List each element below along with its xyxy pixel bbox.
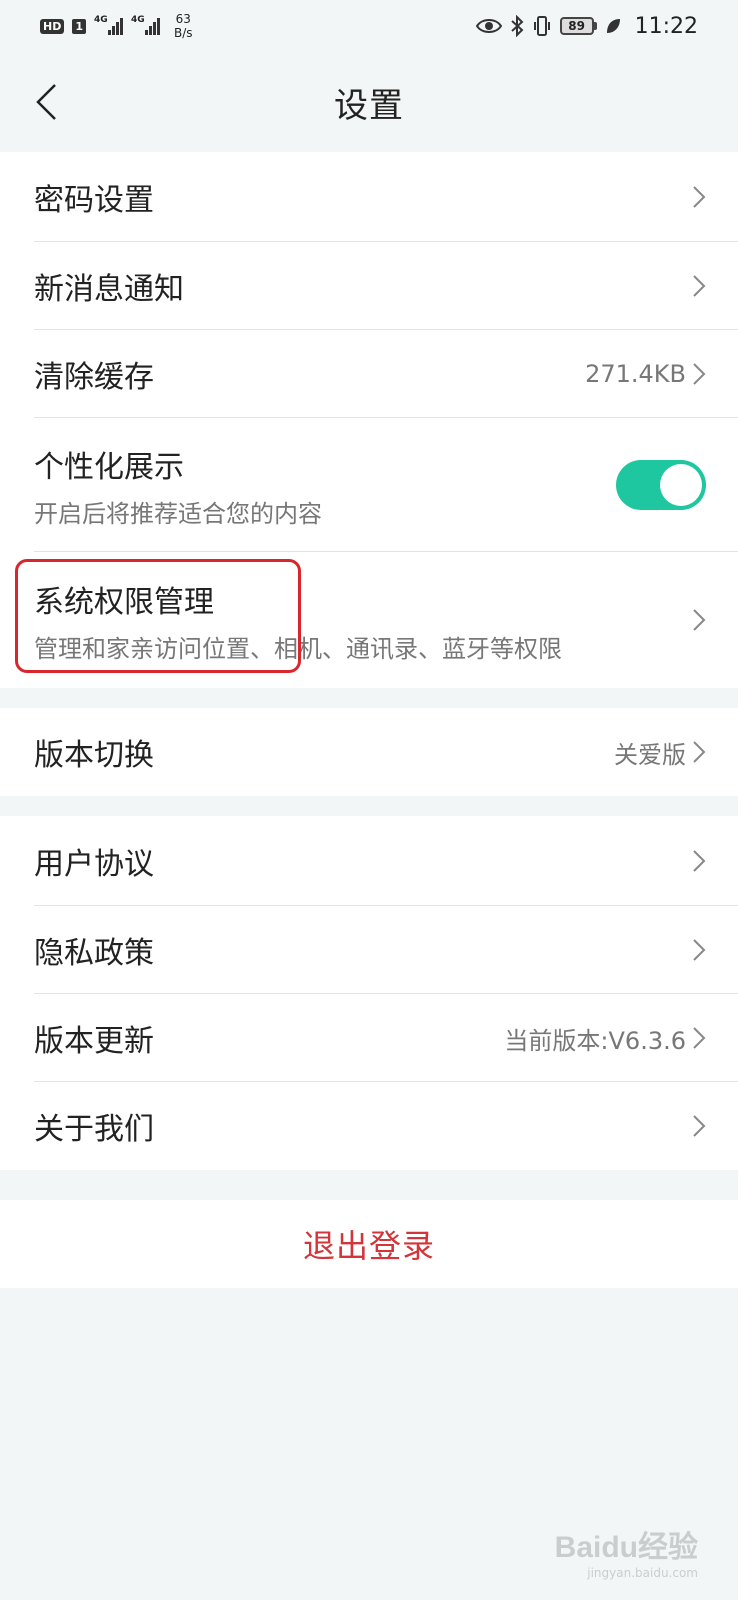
- settings-group-main: 密码设置 新消息通知 清除缓存 271.4KB 个性化展示 开启后将推荐适合您的…: [0, 152, 738, 688]
- battery-icon: 89: [559, 17, 597, 35]
- logout-group: 退出登录: [0, 1200, 738, 1288]
- network-speed-value: 63: [175, 12, 191, 26]
- row-system-permission-management[interactable]: 系统权限管理 管理和家亲访问位置、相机、通讯录、蓝牙等权限: [0, 552, 738, 688]
- row-title: 隐私政策: [34, 936, 154, 971]
- eye-icon: [475, 19, 502, 33]
- leaf-icon: [606, 19, 620, 33]
- chevron-right-icon: [693, 363, 706, 385]
- status-time: 11:22: [634, 13, 698, 39]
- settings-group-version: 版本切换 关爱版: [0, 708, 738, 796]
- row-title: 系统权限管理: [34, 584, 214, 620]
- nav-bar: 设置: [0, 52, 738, 152]
- battery-level: 89: [559, 17, 594, 35]
- row-clear-cache[interactable]: 清除缓存 271.4KB: [0, 330, 738, 418]
- status-bar: HD 1 4G 4G 63 B/s 89 11:22: [0, 0, 738, 52]
- network-speed: 63 B/s: [174, 12, 193, 40]
- row-user-agreement[interactable]: 用户协议: [0, 816, 738, 906]
- row-title: 版本切换: [34, 738, 154, 773]
- hd-badge: HD: [40, 18, 65, 34]
- chevron-right-icon: [693, 186, 706, 208]
- row-version-switch[interactable]: 版本切换 关爱版: [0, 708, 738, 796]
- chevron-left-icon: [36, 84, 56, 120]
- row-new-message-notification[interactable]: 新消息通知: [0, 242, 738, 330]
- chevron-right-icon: [693, 939, 706, 961]
- row-title: 清除缓存: [34, 360, 154, 395]
- row-personalized-display: 个性化展示 开启后将推荐适合您的内容: [0, 418, 738, 552]
- version-mode-value: 关爱版: [614, 740, 686, 769]
- chevron-right-icon: [693, 741, 706, 763]
- row-title: 个性化展示: [34, 449, 184, 485]
- signal-icon-2: 4G: [131, 15, 160, 35]
- status-right: 89 11:22: [475, 13, 698, 39]
- row-about-us[interactable]: 关于我们: [0, 1082, 738, 1170]
- watermark-url: jingyan.baidu.com: [587, 1566, 698, 1580]
- page-title: 设置: [334, 85, 404, 126]
- settings-group-about: 用户协议 隐私政策 版本更新 当前版本:V6.3.6 关于我们: [0, 816, 738, 1170]
- row-subtitle: 开启后将推荐适合您的内容: [34, 499, 322, 528]
- row-password-settings[interactable]: 密码设置: [0, 152, 738, 242]
- status-left: HD 1 4G 4G 63 B/s: [40, 12, 193, 40]
- row-title: 关于我们: [34, 1112, 154, 1147]
- logout-button[interactable]: 退出登录: [303, 1221, 435, 1267]
- watermark-logo: Baidu经验: [554, 1531, 698, 1564]
- current-version-value: 当前版本:V6.3.6: [504, 1026, 686, 1055]
- row-title: 用户协议: [34, 847, 154, 882]
- signal-icon: 4G: [94, 15, 123, 35]
- row-title: 密码设置: [34, 183, 154, 218]
- toggle-knob: [660, 464, 702, 506]
- row-subtitle: 管理和家亲访问位置、相机、通讯录、蓝牙等权限: [34, 634, 562, 663]
- vibrate-icon: [533, 16, 550, 36]
- network-gen-label-2: 4G: [131, 15, 145, 25]
- chevron-right-icon: [693, 1027, 706, 1049]
- chevron-right-icon: [693, 275, 706, 297]
- personalized-display-toggle[interactable]: [616, 460, 706, 510]
- row-title: 版本更新: [34, 1024, 154, 1059]
- watermark: Baidu经验 jingyan.baidu.com: [555, 1522, 698, 1580]
- chevron-right-icon: [693, 609, 706, 631]
- back-button[interactable]: [26, 78, 66, 126]
- row-privacy-policy[interactable]: 隐私政策: [0, 906, 738, 994]
- chevron-right-icon: [693, 850, 706, 872]
- cache-size-value: 271.4KB: [585, 360, 686, 388]
- network-speed-unit: B/s: [174, 26, 193, 40]
- bluetooth-icon: [510, 15, 524, 37]
- row-version-update[interactable]: 版本更新 当前版本:V6.3.6: [0, 994, 738, 1082]
- chevron-right-icon: [693, 1115, 706, 1137]
- sim-badge: 1: [72, 18, 86, 34]
- network-gen-label: 4G: [94, 15, 108, 25]
- row-title: 新消息通知: [34, 272, 184, 307]
